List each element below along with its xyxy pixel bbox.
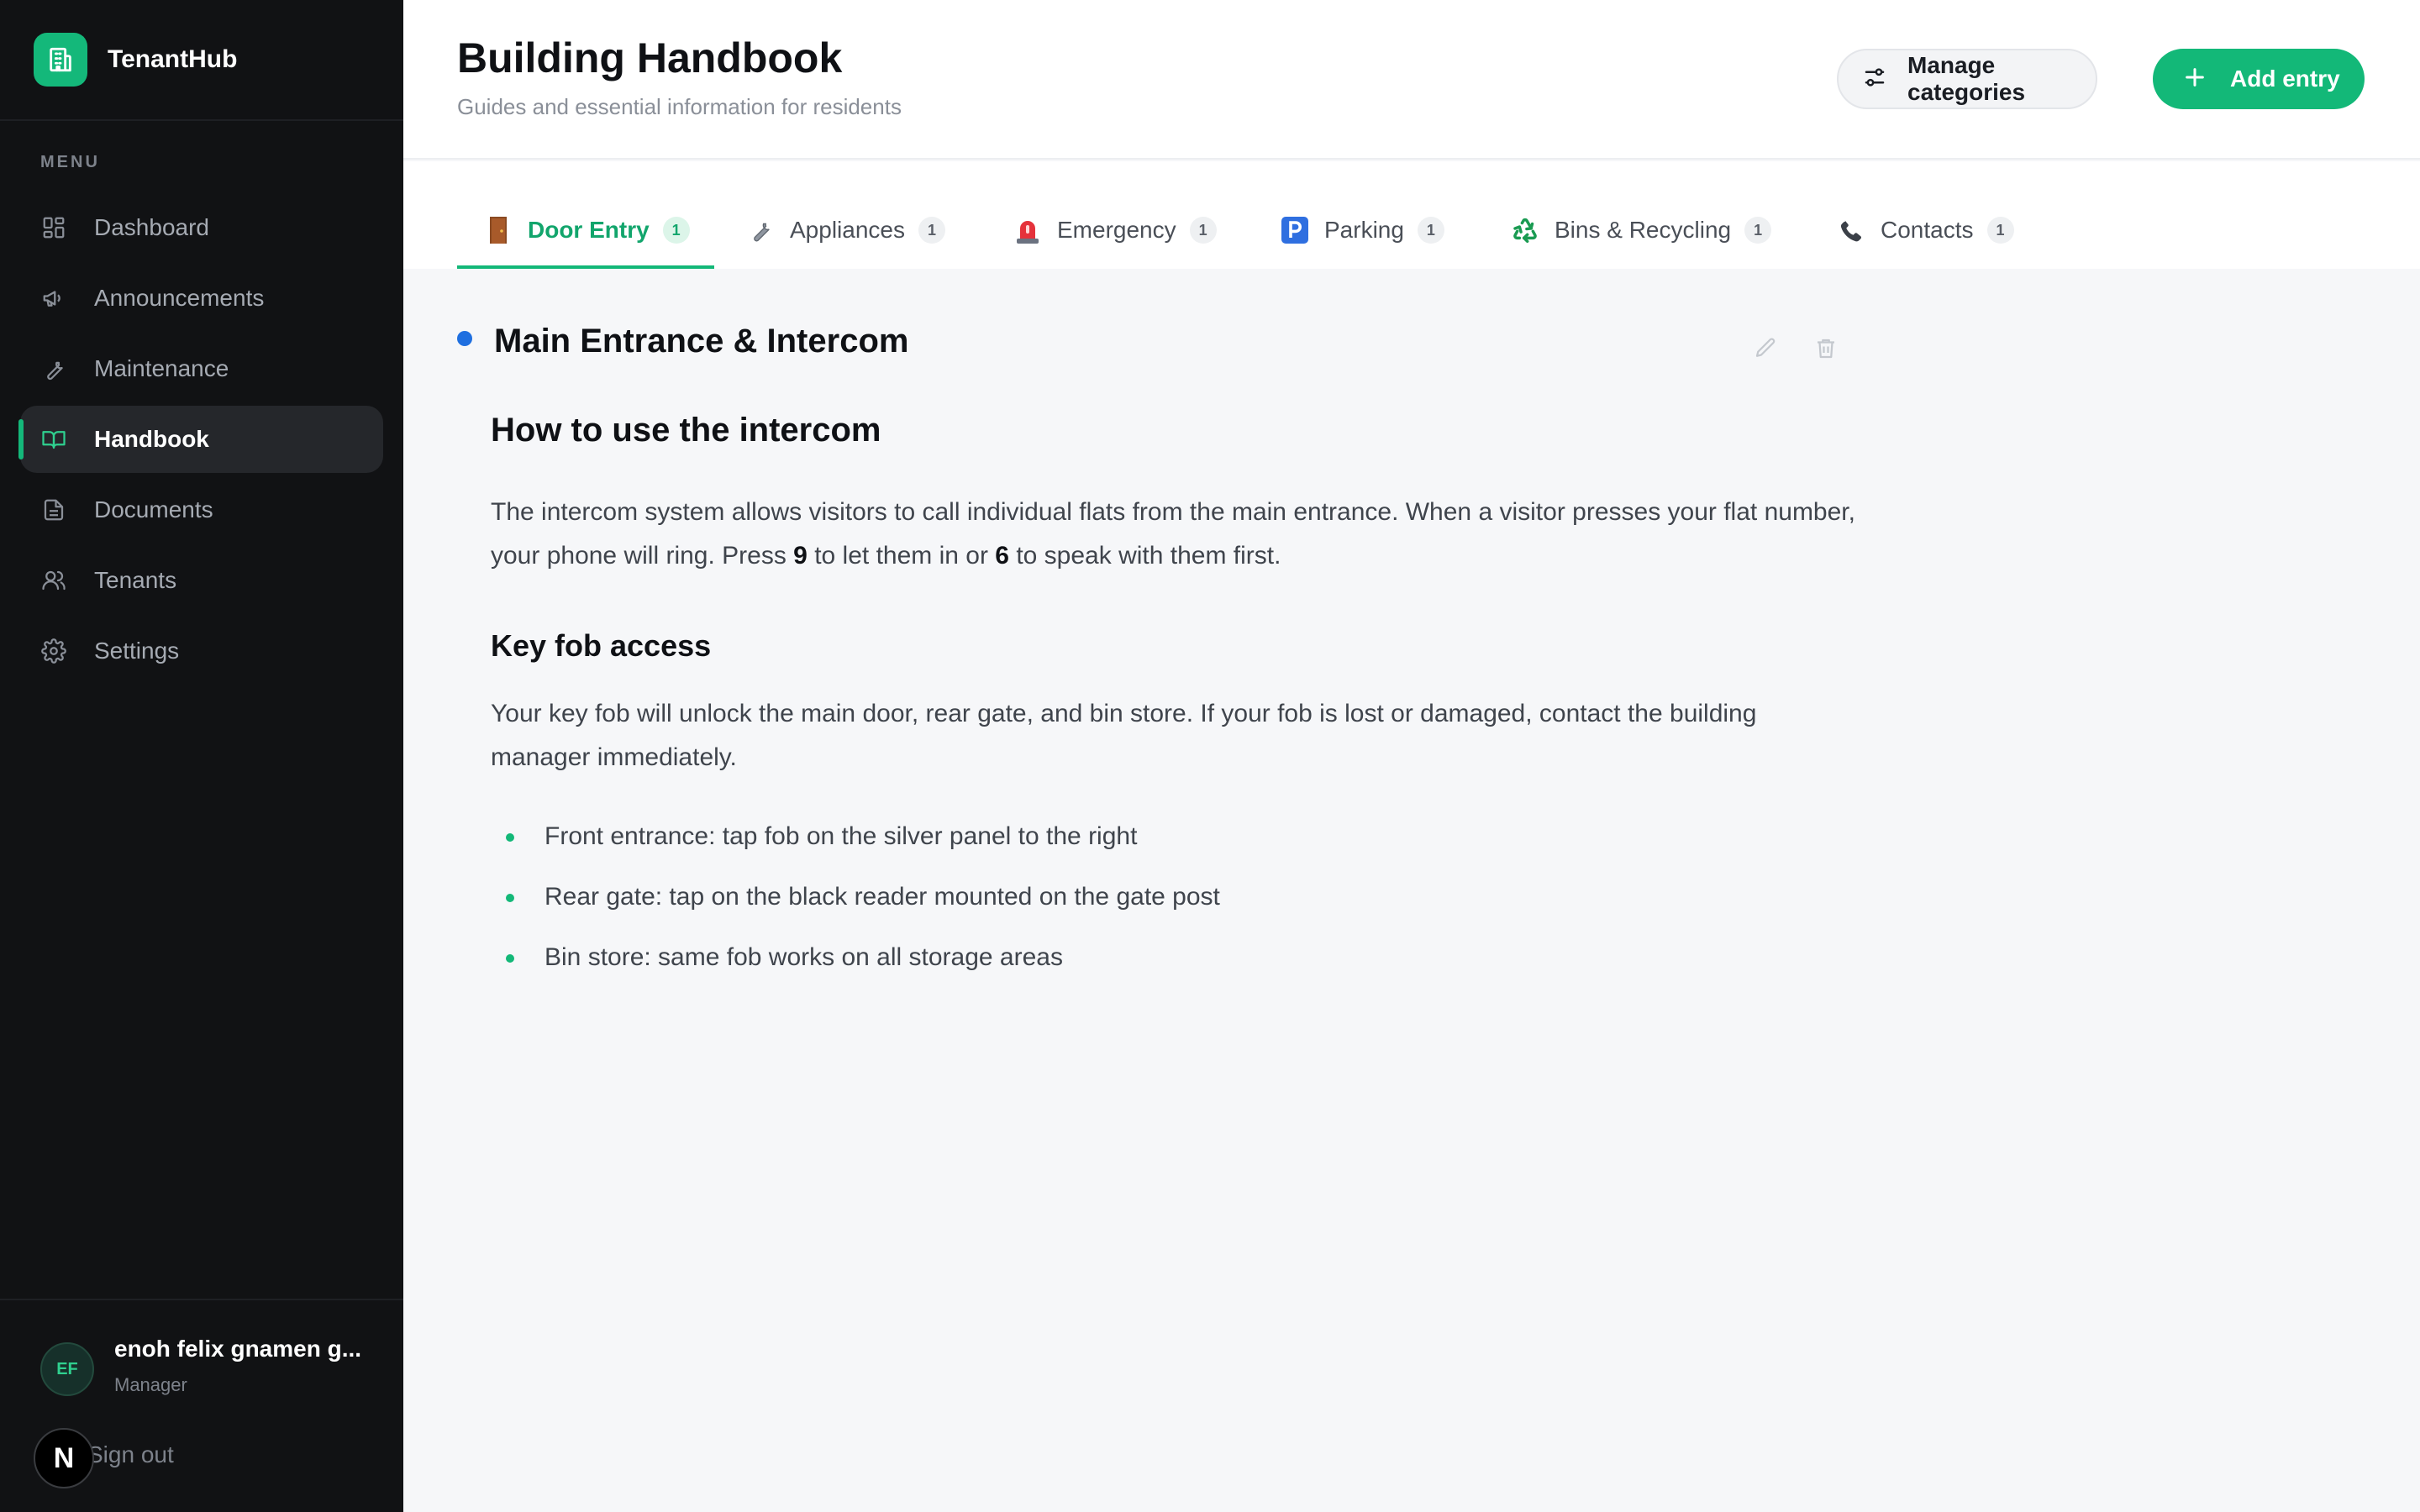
grid-icon <box>40 214 67 241</box>
text-run: to speak with them first. <box>1008 542 1281 570</box>
page-subtitle: Guides and essential information for res… <box>457 94 902 119</box>
document-icon <box>40 496 67 523</box>
tab-label: Contacts <box>1881 217 1974 243</box>
manage-categories-label: Manage categories <box>1907 52 2026 105</box>
app-name: TenantHub <box>108 45 238 73</box>
users-icon <box>40 567 67 594</box>
manage-categories-button[interactable]: Manage categories <box>1837 49 2097 109</box>
megaphone-icon <box>40 285 67 312</box>
add-entry-button[interactable]: Add entry <box>2153 49 2365 109</box>
brand[interactable]: TenantHub <box>0 0 403 121</box>
tab-label: Door Entry <box>528 217 650 243</box>
delete-entry-button[interactable] <box>1813 336 1844 366</box>
sidebar-item-settings[interactable]: Settings <box>20 617 383 685</box>
sidebar-item-label: Handbook <box>94 426 209 452</box>
sidebar-item-label: Announcements <box>94 285 265 311</box>
sidebar-item-maintenance[interactable]: Maintenance <box>20 335 383 402</box>
sidebar-item-label: Settings <box>94 638 180 664</box>
sidebar-item-label: Documents <box>94 496 213 522</box>
book-icon <box>40 426 67 453</box>
tab-label: Appliances <box>790 217 905 243</box>
building-icon <box>34 33 87 87</box>
page-title: Building Handbook <box>457 34 843 81</box>
pencil-icon <box>1753 338 1778 365</box>
user-block: EF enoh felix gnamen g... Manager Sign o… <box>0 1299 403 1512</box>
page-header: Building Handbook Guides and essential i… <box>403 0 2420 160</box>
sidebar-item-announcements[interactable]: Announcements <box>20 265 383 332</box>
sidebar-item-documents[interactable]: Documents <box>20 476 383 543</box>
door-icon <box>484 216 513 244</box>
trash-icon <box>1813 339 1839 365</box>
wrench-icon <box>746 216 775 244</box>
sign-out-button[interactable]: Sign out <box>87 1441 174 1468</box>
tab-parking[interactable]: Parking 1 <box>1281 212 1444 269</box>
category-tabs: Door Entry 1 Appliances 1 Emergency 1 Pa… <box>403 161 2420 269</box>
tab-count-badge: 1 <box>1417 217 1444 244</box>
tab-label: Parking <box>1324 217 1404 243</box>
tab-count-badge: 1 <box>1744 217 1772 244</box>
avatar[interactable]: EF <box>40 1342 94 1396</box>
menu-label: MENU <box>40 153 100 171</box>
tab-count-badge: 1 <box>1986 217 2014 244</box>
user-name: enoh felix gnamen g... <box>114 1336 362 1362</box>
plus-icon <box>2183 66 2207 93</box>
sidebar: TenantHub MENU Dashboard Announcements M… <box>0 0 403 1512</box>
sidebar-item-tenants[interactable]: Tenants <box>20 547 383 614</box>
entry-title: Main Entrance & Intercom <box>494 323 909 360</box>
user-role: Manager <box>114 1374 187 1395</box>
active-tab-indicator <box>457 265 714 269</box>
text-run: to let them in or <box>807 542 996 570</box>
section-heading-intercom: How to use the intercom <box>491 412 881 449</box>
edit-entry-button[interactable] <box>1753 336 1783 366</box>
gear-icon <box>40 638 67 664</box>
tab-door-entry[interactable]: Door Entry 1 <box>484 212 690 269</box>
next-badge[interactable]: N <box>34 1428 94 1488</box>
tab-label: Emergency <box>1057 217 1176 243</box>
sidebar-item-label: Maintenance <box>94 355 229 381</box>
tab-count-badge: 1 <box>1189 217 1217 244</box>
list-item: Rear gate: tap on the black reader mount… <box>491 875 1220 936</box>
list-item: Bin store: same fob works on all storage… <box>491 936 1220 996</box>
recycling-icon <box>1511 216 1539 244</box>
tab-label: Bins & Recycling <box>1555 217 1732 243</box>
phone-icon <box>1837 216 1865 244</box>
fob-access-list: Front entrance: tap fob on the silver pa… <box>491 815 1220 996</box>
tab-emergency[interactable]: Emergency 1 <box>1013 212 1217 269</box>
tab-bins-recycling[interactable]: Bins & Recycling 1 <box>1511 212 1772 269</box>
key-fob-paragraph: Your key fob will unlock the main door, … <box>491 700 1757 771</box>
sidebar-item-handbook[interactable]: Handbook <box>18 406 383 473</box>
tab-count-badge: 1 <box>662 217 690 244</box>
tab-contacts[interactable]: Contacts 1 <box>1837 212 2014 269</box>
key-6: 6 <box>995 542 1009 570</box>
sliders-icon <box>1862 65 1887 94</box>
add-entry-label: Add entry <box>2230 66 2340 92</box>
sidebar-item-label: Tenants <box>94 567 177 593</box>
list-item: Front entrance: tap fob on the silver pa… <box>491 815 1220 875</box>
key-9: 9 <box>793 542 808 570</box>
tab-count-badge: 1 <box>918 217 945 244</box>
sidebar-item-dashboard[interactable]: Dashboard <box>20 194 383 261</box>
siren-icon <box>1013 216 1042 244</box>
sidebar-nav: Dashboard Announcements Maintenance Hand… <box>0 194 403 685</box>
intercom-paragraph: The intercom system allows visitors to c… <box>491 491 1860 578</box>
tab-appliances[interactable]: Appliances 1 <box>746 212 945 269</box>
entry-status-dot <box>457 331 472 346</box>
wrench-icon <box>40 355 67 382</box>
sidebar-item-label: Dashboard <box>94 214 209 240</box>
parking-icon <box>1281 216 1309 244</box>
section-heading-key-fob: Key fob access <box>491 628 712 663</box>
